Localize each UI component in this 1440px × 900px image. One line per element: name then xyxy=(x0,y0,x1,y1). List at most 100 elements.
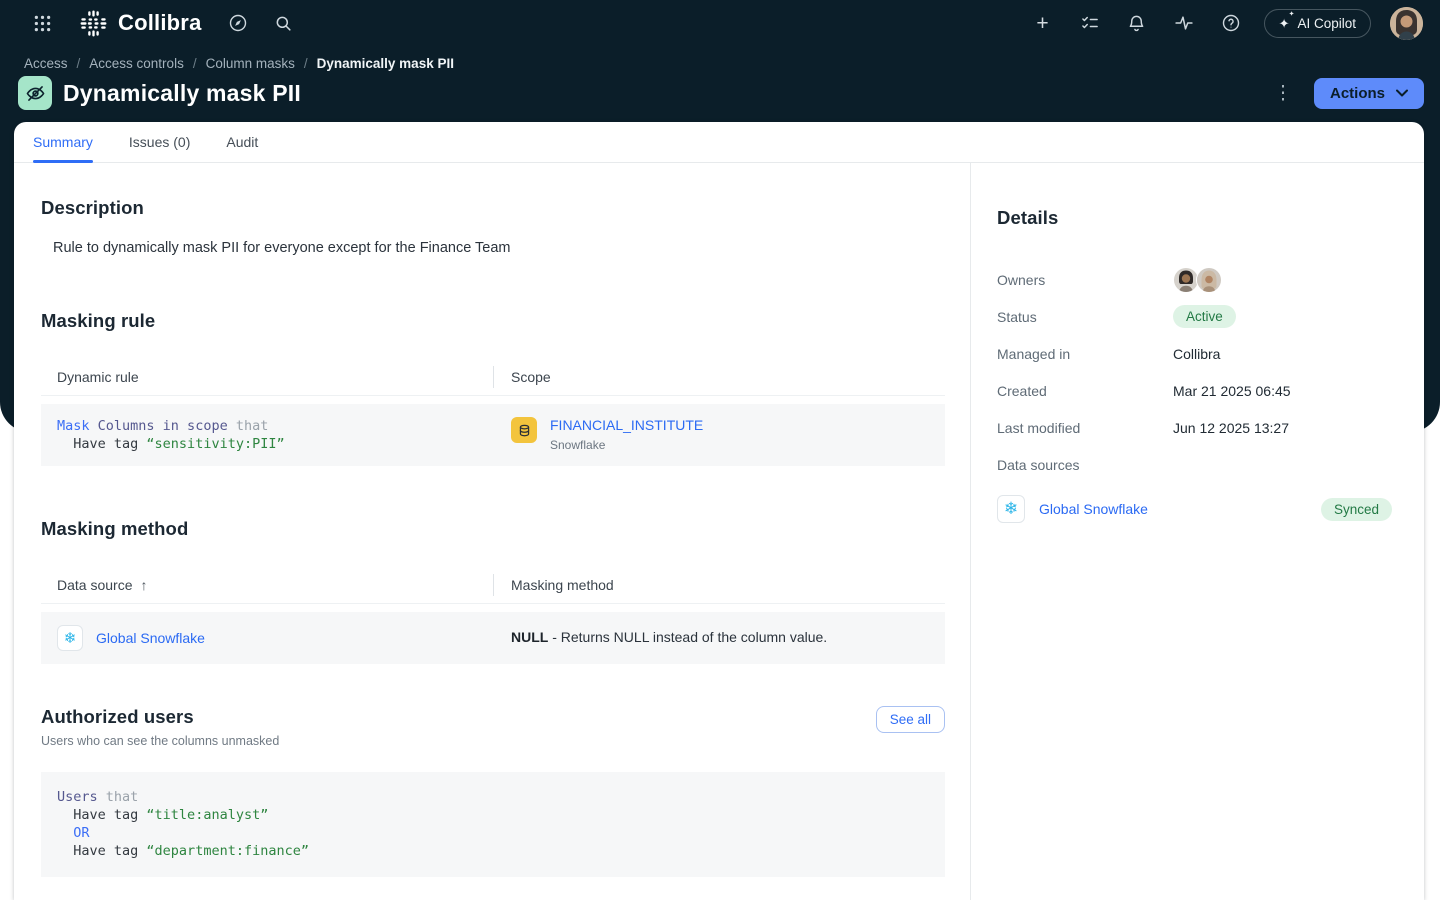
search-icon[interactable] xyxy=(270,9,298,37)
authorized-users-heading: Authorized users xyxy=(41,706,279,728)
tab-issues[interactable]: Issues (0) xyxy=(129,122,190,162)
chevron-down-icon xyxy=(1396,89,1408,97)
ai-copilot-button[interactable]: ✦ ✦ AI Copilot xyxy=(1264,9,1371,38)
app-window: Collibra + xyxy=(0,0,1440,900)
tasks-icon[interactable] xyxy=(1076,9,1104,37)
main-column: Description Rule to dynamically mask PII… xyxy=(14,163,970,900)
tab-summary[interactable]: Summary xyxy=(33,122,93,162)
breadcrumb-item-column-masks[interactable]: Column masks xyxy=(206,56,295,71)
see-all-button[interactable]: See all xyxy=(876,706,945,733)
code-string: “title:analyst” xyxy=(146,807,268,823)
status-label: Status xyxy=(997,309,1173,325)
masking-rule-table-header: Dynamic rule Scope xyxy=(41,358,945,396)
mask-asset-chip xyxy=(18,76,52,110)
sort-ascending-icon[interactable]: ↑ xyxy=(140,577,147,593)
masking-method-table: Data source ↑ Masking method ❄ xyxy=(41,566,945,664)
table-asset-icon xyxy=(511,417,537,443)
dynamic-rule-code: Mask Columns in scope that Have tag “sen… xyxy=(57,417,493,453)
description-text: Rule to dynamically mask PII for everyon… xyxy=(41,240,945,256)
code-keyword: Mask xyxy=(57,418,90,434)
sparkle-icon: ✦ ✦ xyxy=(1279,16,1290,31)
method-description: - Returns NULL instead of the column val… xyxy=(552,629,827,645)
authorized-users-code: Users that Have tag “title:analyst” OR H… xyxy=(41,772,945,877)
ai-copilot-label: AI Copilot xyxy=(1297,16,1356,31)
authorized-users-subheading: Users who can see the columns unmasked xyxy=(41,734,279,748)
create-plus-icon[interactable]: + xyxy=(1029,9,1057,37)
scope-asset-subtitle: Snowflake xyxy=(550,438,703,452)
authorized-users-section: Authorized users Users who can see the c… xyxy=(41,706,945,877)
breadcrumb-item-access[interactable]: Access xyxy=(24,56,68,71)
tab-audit[interactable]: Audit xyxy=(226,122,258,162)
details-row-created: Created Mar 21 2025 06:45 xyxy=(997,372,1392,409)
card-content: Description Rule to dynamically mask PII… xyxy=(14,163,1424,900)
help-icon[interactable] xyxy=(1217,9,1245,37)
breadcrumb-item-access-controls[interactable]: Access controls xyxy=(89,56,184,71)
code-keyword: OR xyxy=(73,825,89,841)
breadcrumb-current: Dynamically mask PII xyxy=(317,56,454,71)
data-source-row: ❄ Global Snowflake Synced xyxy=(997,495,1392,523)
navbar-left: Collibra xyxy=(28,9,298,37)
dynamic-rule-cell: Mask Columns in scope that Have tag “sen… xyxy=(41,404,493,466)
column-header-masking-method: Masking method xyxy=(494,577,945,593)
masking-method-table-header: Data source ↑ Masking method xyxy=(41,566,945,604)
data-source-cell: ❄ Global Snowflake xyxy=(41,612,493,664)
navbar-right: + xyxy=(1029,7,1423,40)
snowflake-icon: ❄ xyxy=(57,625,83,651)
collibra-logo-icon xyxy=(80,10,107,37)
more-options-kebab-icon[interactable]: ⋮ xyxy=(1270,80,1296,106)
details-row-last-modified: Last modified Jun 12 2025 13:27 xyxy=(997,409,1392,446)
scope-asset: FINANCIAL_INSTITUTE Snowflake xyxy=(550,417,703,452)
collibra-logo[interactable]: Collibra xyxy=(80,10,202,37)
tab-bar: Summary Issues (0) Audit xyxy=(14,122,1424,163)
notifications-bell-icon[interactable] xyxy=(1123,9,1151,37)
collibra-logo-text: Collibra xyxy=(118,10,202,36)
details-row-owners: Owners xyxy=(997,261,1392,298)
user-avatar[interactable] xyxy=(1390,7,1423,40)
owners-avatars xyxy=(1173,267,1222,293)
column-header-data-source[interactable]: Data source ↑ xyxy=(41,577,493,593)
scope-asset-link[interactable]: FINANCIAL_INSTITUTE xyxy=(550,417,703,433)
code-muted: that xyxy=(106,789,139,805)
masking-rule-table: Dynamic rule Scope Mask Columns in scope… xyxy=(41,358,945,466)
code-entity: Columns in scope xyxy=(98,418,228,434)
code-plain: Have tag xyxy=(73,436,138,452)
owners-label: Owners xyxy=(997,272,1173,288)
details-heading: Details xyxy=(997,207,1392,229)
synced-badge: Synced xyxy=(1321,498,1392,521)
masking-rule-row: Mask Columns in scope that Have tag “sen… xyxy=(41,404,945,466)
code-muted: that xyxy=(236,418,269,434)
actions-button[interactable]: Actions xyxy=(1314,78,1424,109)
activity-pulse-icon[interactable] xyxy=(1170,9,1198,37)
details-row-data-sources: Data sources xyxy=(997,446,1392,483)
details-row-managed-in: Managed in Collibra xyxy=(997,335,1392,372)
title-actions: ⋮ Actions xyxy=(1270,78,1424,109)
eye-off-icon xyxy=(25,83,46,104)
status-badge: Active xyxy=(1173,305,1236,328)
column-header-scope: Scope xyxy=(494,369,945,385)
data-source-link[interactable]: Global Snowflake xyxy=(96,630,205,646)
created-label: Created xyxy=(997,383,1173,399)
code-plain: Have tag xyxy=(73,807,138,823)
masking-method-row: ❄ Global Snowflake NULL - Returns NULL i… xyxy=(41,612,945,664)
breadcrumb-separator: / xyxy=(193,56,197,71)
owner-avatar-2[interactable] xyxy=(1196,267,1222,293)
managed-in-label: Managed in xyxy=(997,346,1173,362)
masking-method-cell: NULL - Returns NULL instead of the colum… xyxy=(493,612,945,664)
content-card: Summary Issues (0) Audit Description Rul… xyxy=(14,122,1424,900)
code-entity: Users xyxy=(57,789,98,805)
app-grid-icon[interactable] xyxy=(28,9,56,37)
top-navbar: Collibra + xyxy=(0,0,1440,46)
data-source-link[interactable]: Global Snowflake xyxy=(1039,501,1148,517)
explore-compass-icon[interactable] xyxy=(224,9,252,37)
scope-cell: FINANCIAL_INSTITUTE Snowflake xyxy=(493,404,945,466)
masking-rule-heading: Masking rule xyxy=(41,310,945,332)
masking-method-heading: Masking method xyxy=(41,518,945,540)
details-rows: Owners xyxy=(997,261,1392,523)
snowflake-icon: ❄ xyxy=(997,495,1025,523)
breadcrumb-separator: / xyxy=(304,56,308,71)
actions-button-label: Actions xyxy=(1330,85,1385,102)
details-panel: Details Owners xyxy=(970,163,1424,900)
description-section: Description Rule to dynamically mask PII… xyxy=(41,197,945,256)
masking-method-section: Masking method Data source ↑ Masking met… xyxy=(41,518,945,664)
created-value: Mar 21 2025 06:45 xyxy=(1173,383,1291,399)
